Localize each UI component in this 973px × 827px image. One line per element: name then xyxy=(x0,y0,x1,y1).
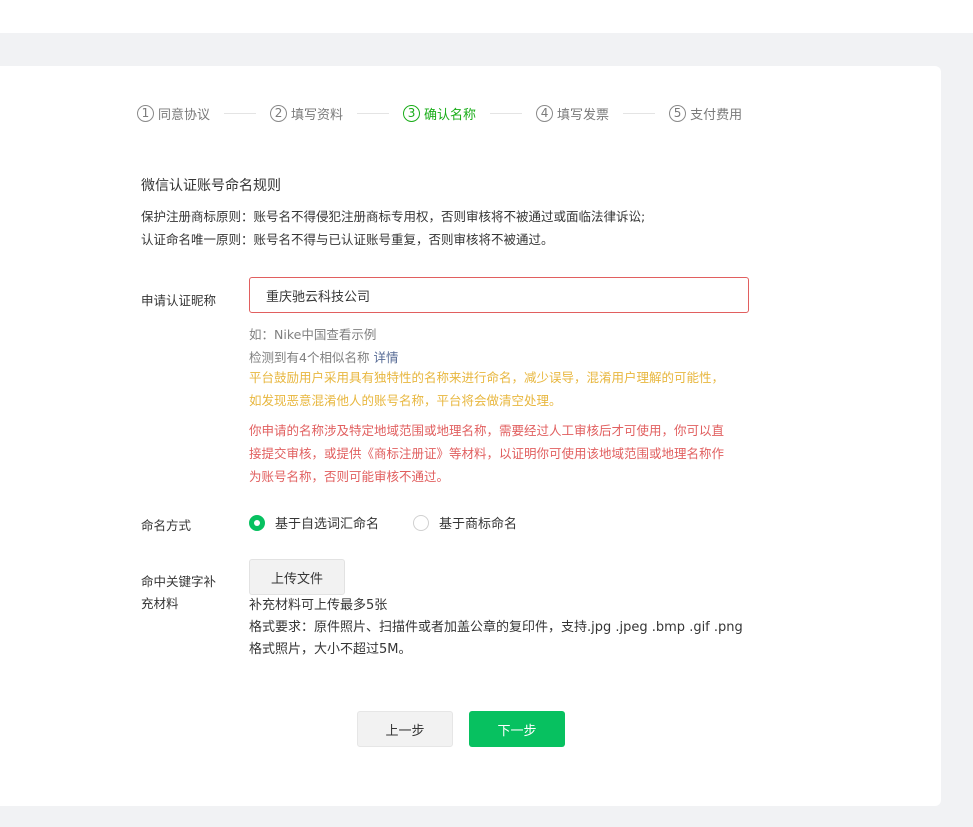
warning-line: 如发现恶意混淆他人的账号名称，平台将会做清空处理。 xyxy=(249,393,562,408)
top-bar xyxy=(0,0,973,33)
step-1: 1 同意协议 xyxy=(137,104,210,123)
materials-label: 命中关键字补 充材料 xyxy=(141,571,216,615)
materials-label-line: 充材料 xyxy=(141,596,179,611)
rules-title: 微信认证账号命名规则 xyxy=(141,178,281,194)
option-custom-words-label[interactable]: 基于自选词汇命名 xyxy=(275,513,379,532)
step-label: 填写发票 xyxy=(557,107,610,123)
example-link[interactable]: Nike中国查看示例 xyxy=(274,327,376,342)
radio-custom-words[interactable] xyxy=(249,514,265,531)
step-number: 3 xyxy=(403,104,421,122)
similar-names-notice: 检测到有4个相似名称 详情 xyxy=(249,347,398,366)
upload-file-button[interactable]: 上传文件 xyxy=(249,559,345,595)
nickname-label: 申请认证昵称 xyxy=(141,293,217,308)
naming-method-options: 基于自选词汇命名 基于商标命名 xyxy=(249,513,517,532)
step-label: 支付费用 xyxy=(690,107,743,123)
step-number: 1 xyxy=(137,104,154,122)
naming-warning: 平台鼓励用户采用具有独特性的名称来进行命名，减少误导，混淆用户理解的可能性， 如… xyxy=(249,366,789,412)
note-line: 格式照片，大小不超过5M。 xyxy=(249,642,412,657)
step-divider xyxy=(357,112,390,114)
example-prefix: 如： xyxy=(249,327,275,342)
step-divider xyxy=(224,112,257,114)
step-number: 5 xyxy=(669,104,687,122)
naming-method-label: 命名方式 xyxy=(141,518,192,533)
step-number: 2 xyxy=(270,104,288,122)
radio-trademark[interactable] xyxy=(413,514,430,531)
materials-label-line: 命中关键字补 xyxy=(141,574,217,589)
radio-dot xyxy=(254,519,260,526)
region-name-error: 你申请的名称涉及特定地域范围或地理名称，需要经过人工审核后才可使用，你可以直 接… xyxy=(249,419,789,488)
next-step-button[interactable]: 下一步 xyxy=(469,711,565,747)
similar-details-link[interactable]: 详情 xyxy=(373,350,398,365)
error-line: 你申请的名称涉及特定地域范围或地理名称，需要经过人工审核后才可使用，你可以直 xyxy=(249,423,725,438)
step-2: 2 填写资料 xyxy=(270,104,343,123)
step-5: 5 支付费用 xyxy=(669,104,742,123)
step-number: 4 xyxy=(536,104,554,122)
step-3: 3 确认名称 xyxy=(403,104,476,123)
step-4: 4 填写发票 xyxy=(536,104,609,123)
error-line: 接提交审核，或提供《商标注册证》等材料，以证明你可使用该地域范围或地理名称作 xyxy=(249,446,725,461)
step-divider xyxy=(490,112,523,114)
nickname-input[interactable] xyxy=(249,277,749,313)
option-trademark-label[interactable]: 基于商标命名 xyxy=(439,513,517,532)
warning-line: 平台鼓励用户采用具有独特性的名称来进行命名，减少误导，混淆用户理解的可能性， xyxy=(249,370,725,385)
similar-text: 检测到有4个相似名称 xyxy=(249,350,374,365)
rules-unique-principle: 认证命名唯一原则：账号名不得与已认证账号重复，否则审核将不被通过。 xyxy=(141,232,554,247)
step-label: 确认名称 xyxy=(424,107,477,123)
note-line: 补充材料可上传最多5张 xyxy=(249,598,388,613)
nickname-example: 如：Nike中国查看示例 xyxy=(249,324,376,343)
step-label: 填写资料 xyxy=(291,107,344,123)
materials-notes: 补充材料可上传最多5张 格式要求：原件照片、扫描件或者加盖公章的复印件，支持.j… xyxy=(249,595,789,661)
note-line: 格式要求：原件照片、扫描件或者加盖公章的复印件，支持.jpg .jpeg .bm… xyxy=(249,620,743,635)
rules-trademark-principle: 保护注册商标原则：账号名不得侵犯注册商标专用权，否则审核将不被通过或面临法律诉讼… xyxy=(141,209,646,224)
prev-step-button[interactable]: 上一步 xyxy=(357,711,453,747)
step-label: 同意协议 xyxy=(158,107,211,123)
step-divider xyxy=(623,112,656,114)
step-indicator: 1 同意协议 2 填写资料 3 确认名称 4 填写发票 5 支付费用 xyxy=(137,102,742,124)
error-line: 为账号名称，否则可能审核不通过。 xyxy=(249,469,450,484)
